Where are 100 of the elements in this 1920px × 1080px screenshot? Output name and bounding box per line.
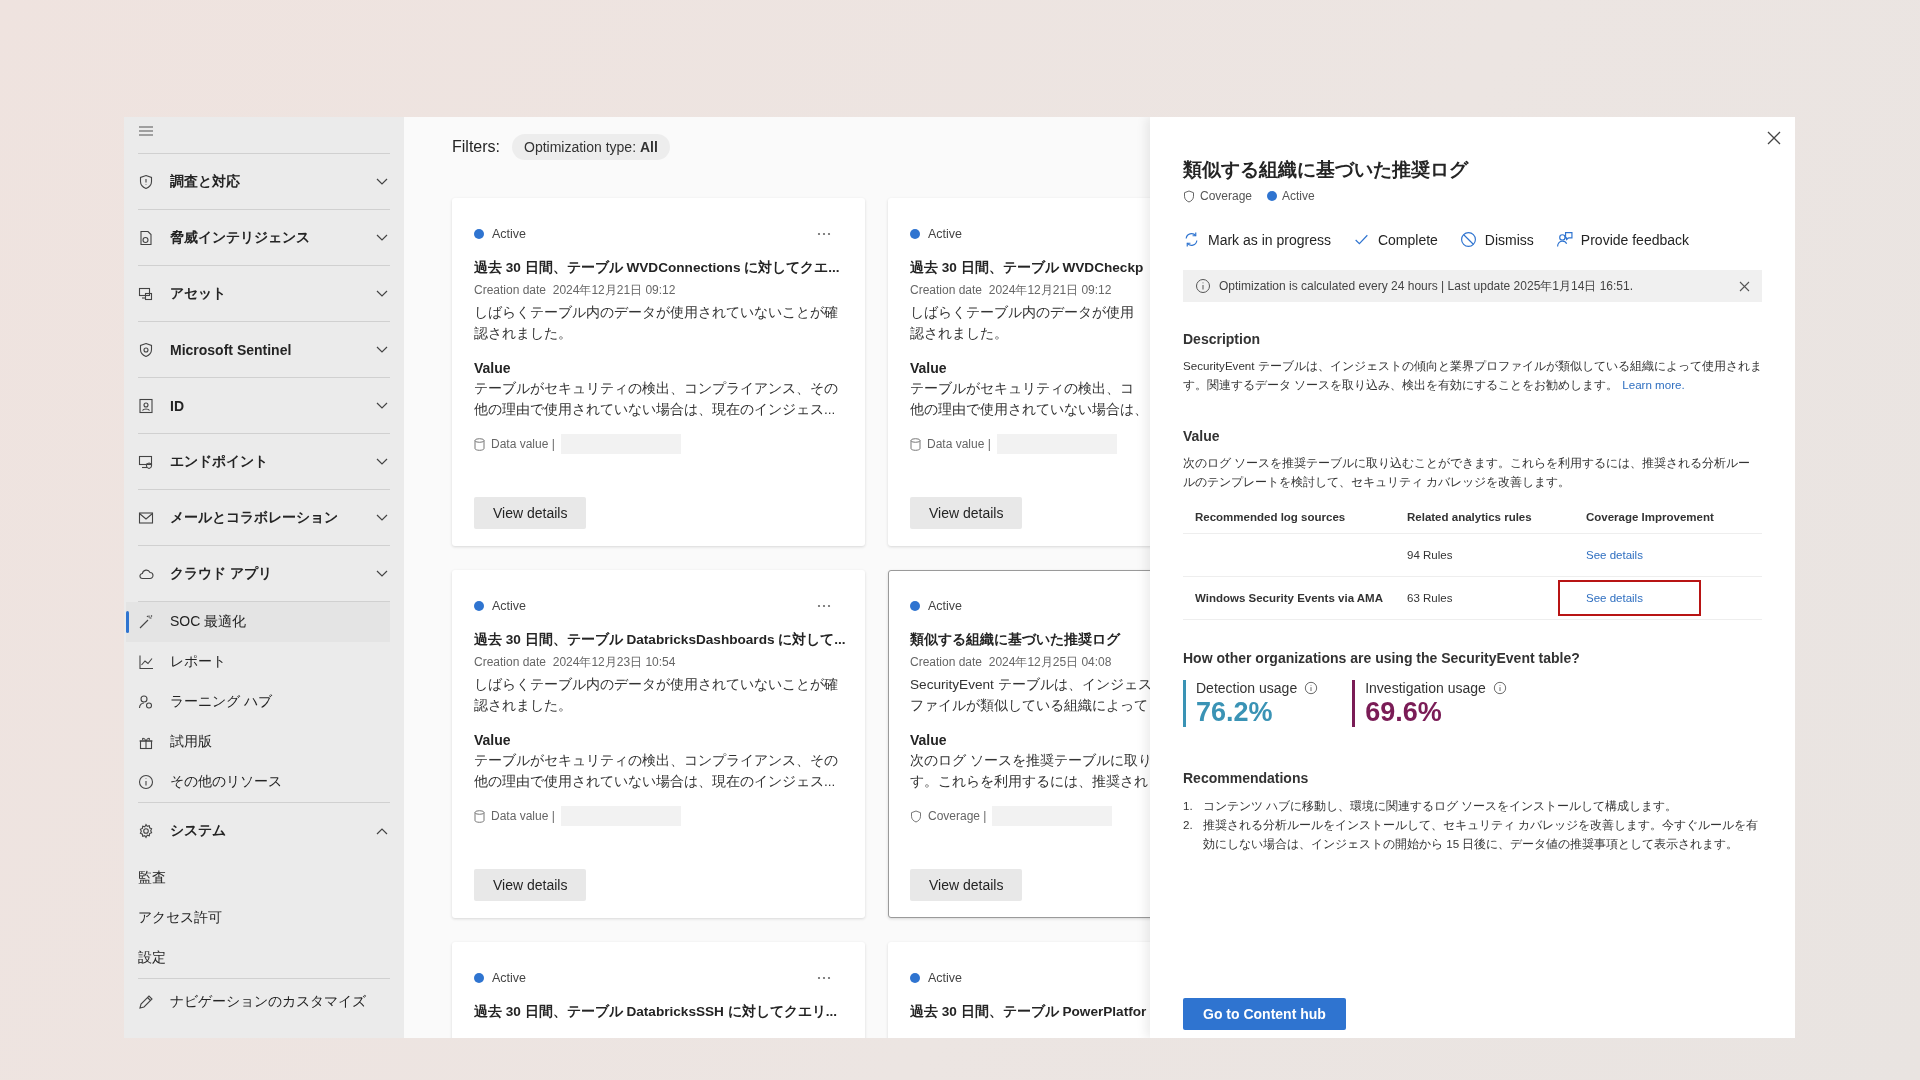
view-details-button[interactable]: View details (474, 869, 587, 901)
panel-title: 類似する組織に基づいた推奨ログ (1183, 158, 1468, 182)
footer-label: Data value | (491, 809, 555, 823)
card-title: 過去 30 日間、テーブル WVDCheckp (910, 259, 1144, 277)
nav-item[interactable]: ラーニング ハブ (126, 682, 390, 722)
nav-item[interactable]: 試用版 (126, 722, 390, 762)
card-title: 過去 30 日間、テーブル PowerPlatfor (910, 1003, 1147, 1021)
recommendation-text: 推奨される分析ルールをインストールして、セキュリティ カバレッジを改善します。今すぐルールを有効にしない場合は、インジェストの開始から 15 日後に、データ値の推奨事項として表示されます。 (1203, 817, 1760, 853)
list-number: 1. (1183, 798, 1194, 814)
chevron-down-icon (376, 177, 388, 186)
footer-label: Data value | (491, 437, 555, 451)
learn-more-link[interactable]: Learn more. (1622, 378, 1685, 391)
view-details-button[interactable]: View details (910, 497, 1023, 529)
description-text: SecurityEvent テーブルは、インジェストの傾向と業界プロファイルが類似している組織によって使用されます。関連するデータ ソースを取り込み、検出を有効にすることをお勧めします。 Learn more. (1183, 358, 1762, 393)
more-icon[interactable] (817, 976, 831, 980)
chevron-down-icon (376, 401, 388, 410)
nav-group[interactable]: 調査と対応 (138, 154, 390, 209)
view-details-button[interactable]: View details (910, 869, 1023, 901)
value-text: テーブルがセキュリティの検出、コ (910, 380, 1134, 398)
info-icon (138, 774, 154, 790)
recommendation-card[interactable]: Active 過去 30 日間、テーブル DatabricksSSH に対してクエリ... (452, 942, 865, 1038)
recommendation-card[interactable]: Active 類似する組織に基づいた推奨ログ Creation date 2024年12月25日 04:08 SecurityEvent テーブルは、インジェス ファイルが類似している組織によって Value 次のログ ソースを推奨テーブルに取り す。これらを利用するには、推奨され Coverage | View details (888, 570, 1150, 918)
value-text: テーブルがセキュリティの検出、コンプライアンス、その (474, 380, 838, 398)
value-heading: Value (910, 732, 947, 748)
nav-item[interactable]: ナビゲーションのカスタマイズ (138, 981, 390, 1023)
info-icon[interactable] (1304, 681, 1319, 695)
chevron-up-icon (376, 826, 388, 835)
value-heading: Value (910, 360, 947, 376)
card-description: ファイルが類似している組織によって (910, 697, 1148, 715)
shield-icon (1183, 189, 1195, 203)
more-icon[interactable] (817, 232, 831, 236)
action-button[interactable]: Provide feedback (1555, 231, 1690, 248)
more-icon[interactable] (817, 604, 831, 608)
info-icon[interactable] (1492, 681, 1507, 695)
stat-label: Detection usage (1196, 680, 1298, 696)
recommendation-card[interactable]: Active 過去 30 日間、テーブル PowerPlatfor (888, 942, 1150, 1038)
nav-group[interactable]: システム (138, 803, 390, 858)
creation-date: Creation date 2024年12月25日 04:08 (910, 654, 1112, 671)
status-dot (474, 601, 484, 611)
view-details-button[interactable]: View details (474, 497, 587, 529)
close-icon[interactable] (1739, 280, 1750, 292)
list-number: 2. (1183, 817, 1194, 833)
action-button[interactable]: Complete (1352, 231, 1438, 248)
section-heading: Recommendations (1183, 770, 1309, 786)
gear-icon (138, 822, 154, 839)
nav-group[interactable]: Microsoft Sentinel (138, 322, 390, 377)
value-text: 他の理由で使用されていない場合は、現在のインジェス... (474, 401, 836, 419)
nav-item[interactable]: 監査 (138, 858, 166, 898)
status-dot (1267, 191, 1278, 201)
nav-group[interactable]: エンドポイント (138, 434, 390, 489)
close-button[interactable] (1765, 129, 1783, 147)
footer-label: Data value | (927, 437, 991, 451)
recommendation-card[interactable]: Active 過去 30 日間、テーブル WVDCheckp Creation date 2024年12月21日 09:12 しばらくテーブル内のデータが使用 認されました。 Value テーブルがセキュリティの検出、コ 他の理由で使用されていない場合は、 Data value | View details (888, 198, 1150, 546)
recommendation-card[interactable]: Active 過去 30 日間、テーブル WVDConnections に対してクエ... Creation date 2024年12月21日 09:12 しばらくテーブル内のデータが使用されていないことが確 認されました。 Value テーブルがセキュリティの検出、コンプライアンス、その 他の理由で使用されていない場合は、現在のインジェス... Data value | View details (452, 198, 865, 546)
chevron-down-icon (376, 513, 388, 522)
card-description: しばらくテーブル内のデータが使用されていないことが確 (474, 676, 838, 694)
nav-item[interactable]: アクセス許可 (138, 898, 222, 938)
pencil-icon (138, 994, 154, 1010)
action-button[interactable]: Mark as in progress (1183, 231, 1331, 248)
card-title: 過去 30 日間、テーブル DatabricksDashboards に対して... (474, 631, 846, 649)
see-details-link[interactable]: See details (1584, 537, 1675, 573)
see-details-link[interactable]: See details (1558, 580, 1701, 616)
content-hub-button[interactable]: Go to Content hub (1183, 998, 1346, 1030)
status-dot (910, 973, 920, 983)
nav-item[interactable]: SOC 最適化 (126, 602, 390, 642)
stat-value: 69.6% (1365, 696, 1443, 728)
envelope-icon (138, 509, 154, 526)
value-text: 次のログ ソースを推奨テーブルに取り込むことができます。これらを利用するには、推奨される分析ルールのテンプレートを検討して、セキュリティ カバレッジを改善します。 (1183, 455, 1752, 490)
stat-value: 76.2% (1196, 696, 1274, 728)
creation-date: Creation date 2024年12月21日 09:12 (910, 282, 1112, 299)
section-heading: Description (1183, 331, 1260, 347)
nav-group[interactable]: メールとコラボレーション (138, 490, 390, 545)
value-heading: Value (474, 360, 511, 376)
chevron-down-icon (376, 345, 388, 354)
devices-icon (138, 285, 154, 302)
value-text: 他の理由で使用されていない場合は、 (910, 401, 1148, 419)
card-description: SecurityEvent テーブルは、インジェス (910, 676, 1150, 694)
card-description: 認されました。 (474, 697, 572, 715)
nav-group[interactable]: ID (138, 378, 390, 433)
shield-icon (910, 809, 922, 823)
card-description: しばらくテーブル内のデータが使用 (910, 304, 1134, 322)
nav-group[interactable]: 脅威インテリジェンス (138, 210, 390, 265)
recommendation-card[interactable] (452, 570, 865, 918)
nav-item[interactable]: レポート (126, 642, 390, 682)
card-title: 類似する組織に基づいた推奨ログ (910, 631, 1120, 649)
database-icon (474, 809, 485, 823)
card-description: しばらくテーブル内のデータが使用されていないことが確 (474, 304, 838, 322)
nav-item[interactable]: 設定 (138, 938, 166, 978)
info-text: Optimization is calculated every 24 hours | Last update 2025年1月14日 16:51. (1219, 277, 1635, 295)
card-description: 認されました。 (474, 325, 572, 343)
shield-icon (138, 341, 154, 358)
card-title: 過去 30 日間、テーブル WVDConnections に対してクエ... (474, 259, 840, 277)
filter-chip[interactable]: Optimization type: All (512, 134, 670, 160)
table-cell: Windows Security Events via AMA (1183, 576, 1395, 620)
nav-group[interactable]: クラウド アプリ (138, 546, 390, 601)
column-header: Recommended log sources (1183, 505, 1395, 534)
action-button[interactable]: Dismiss (1459, 231, 1534, 248)
nav-group[interactable]: アセット (138, 266, 390, 321)
column-header: Coverage Improvement (1574, 505, 1762, 534)
nav-item[interactable]: その他のリソース (126, 762, 390, 802)
